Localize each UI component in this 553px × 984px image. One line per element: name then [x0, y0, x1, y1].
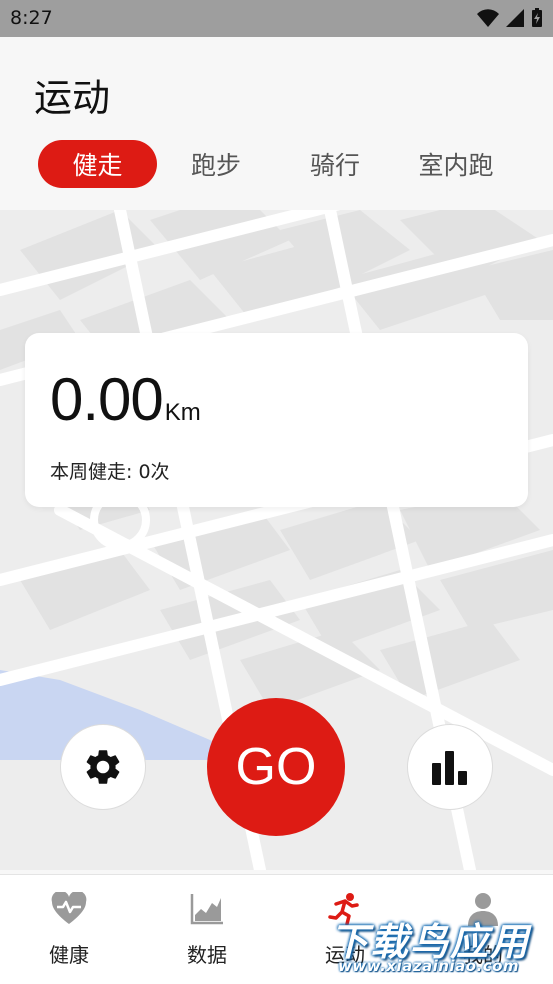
- runner-icon: [328, 893, 359, 926]
- sport-tabs: 健走 跑步 骑行 室内跑: [38, 140, 518, 188]
- nav-label-sport: 运动: [325, 943, 365, 967]
- nav-label-health: 健康: [49, 943, 89, 967]
- stats-card: 0.00 Km 本周健走: 0次: [25, 333, 528, 507]
- heart-pulse-icon: [51, 892, 87, 924]
- status-bar: 8:27: [0, 0, 553, 37]
- person-icon: [468, 893, 498, 926]
- bar-chart-icon: [432, 751, 467, 785]
- tab-indoor-run[interactable]: 室内跑: [394, 140, 518, 188]
- page-title: 运动: [34, 76, 111, 120]
- status-time: 8:27: [10, 7, 53, 29]
- nav-item-mine[interactable]: 我的: [433, 889, 533, 979]
- distance-value: 0.00: [50, 366, 164, 433]
- weekly-count: 本周健走: 0次: [50, 461, 170, 483]
- gear-icon: [86, 750, 120, 784]
- wifi-icon: [477, 9, 499, 27]
- signal-icon: [506, 9, 524, 27]
- tab-running[interactable]: 跑步: [156, 140, 276, 188]
- tab-walking[interactable]: 健走: [38, 140, 157, 188]
- stats-button[interactable]: [407, 724, 493, 810]
- nav-label-mine: 我的: [463, 943, 503, 967]
- page-header: 运动 健走 跑步 骑行 室内跑: [0, 37, 553, 210]
- settings-button[interactable]: [60, 724, 146, 810]
- nav-item-data[interactable]: 数据: [157, 889, 257, 979]
- battery-icon: [532, 8, 542, 27]
- status-icons: [477, 8, 543, 28]
- nav-item-sport[interactable]: 运动: [295, 889, 395, 979]
- distance-display: 0.00 Km: [50, 365, 201, 434]
- distance-unit: Km: [164, 399, 201, 426]
- tab-cycling[interactable]: 骑行: [275, 140, 395, 188]
- nav-label-data: 数据: [187, 943, 227, 967]
- go-button[interactable]: GO: [207, 698, 345, 836]
- nav-item-health[interactable]: 健康: [19, 889, 119, 979]
- area-chart-icon: [190, 894, 223, 925]
- bottom-nav: 健康 数据 运动 我的: [0, 874, 553, 984]
